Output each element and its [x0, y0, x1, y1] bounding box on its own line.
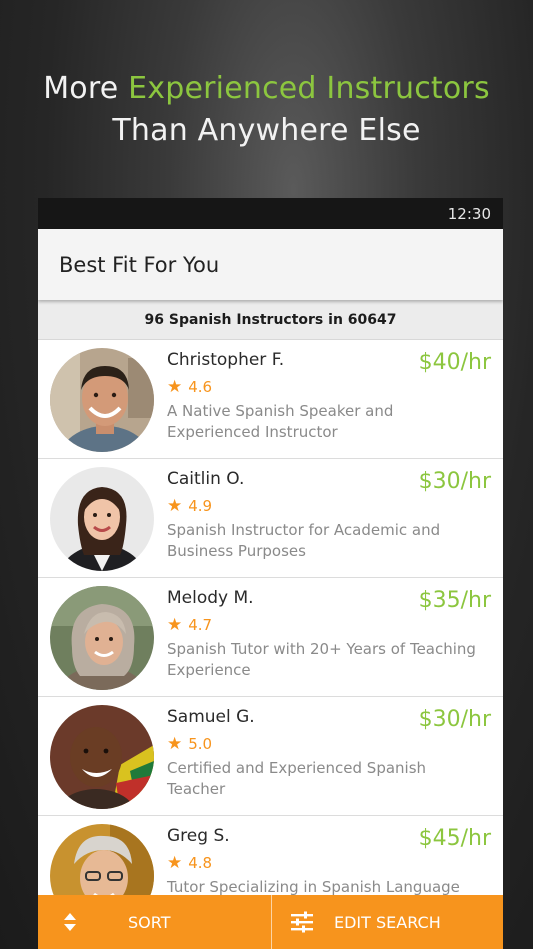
instructor-row[interactable]: Melody M. $35/hr ★ 4.7 Spanish Tutor wit…: [38, 578, 503, 697]
rating-value: 4.6: [188, 378, 213, 396]
instructor-description: Spanish Instructor for Academic and Busi…: [167, 521, 441, 560]
results-count-text: 96 Spanish Instructors in 60647: [144, 311, 397, 328]
app-bar: Best Fit For You: [38, 229, 503, 300]
instructor-avatar: [50, 705, 154, 809]
rating-value: 5.0: [188, 735, 213, 753]
bottom-action-bar: SORT EDIT SEARCH: [38, 895, 503, 949]
phone-screen: 12:30 Best Fit For You 96 Spanish Instru…: [38, 198, 503, 949]
instructor-rating: ★ 4.6: [167, 378, 212, 396]
instructor-description: A Native Spanish Speaker and Experienced…: [167, 402, 394, 441]
instructor-avatar: [50, 467, 154, 571]
instructor-rating: ★ 4.9: [167, 497, 212, 515]
instructor-description: Certified and Experienced Spanish Teache…: [167, 759, 427, 798]
rating-value: 4.8: [188, 854, 213, 872]
promo-headline-line1: More Experienced Instructors: [0, 68, 533, 110]
star-icon: ★: [167, 733, 183, 754]
instructor-avatar: [50, 348, 154, 452]
instructor-row[interactable]: Christopher F. $40/hr ★ 4.6 A Native Spa…: [38, 340, 503, 459]
rating-value: 4.9: [188, 497, 213, 515]
promo-headline-accent: Experienced Instructors: [128, 71, 490, 106]
instructor-row[interactable]: Samuel G. $30/hr ★ 5.0 Certified and Exp…: [38, 697, 503, 816]
instructor-price: $30/hr: [418, 707, 491, 732]
star-icon: ★: [167, 376, 183, 397]
results-count: 96 Spanish Instructors in 60647: [38, 300, 503, 340]
status-time: 12:30: [447, 204, 491, 223]
edit-search-button[interactable]: EDIT SEARCH: [272, 895, 503, 949]
promo-headline-plain: More: [43, 71, 129, 106]
instructor-name: Melody M.: [167, 588, 254, 608]
star-icon: ★: [167, 614, 183, 635]
instructor-name: Christopher F.: [167, 350, 285, 370]
sort-label: SORT: [128, 912, 171, 932]
instructor-name: Caitlin O.: [167, 469, 245, 489]
promo-headline: More Experienced Instructors Than Anywhe…: [0, 68, 533, 152]
sort-button[interactable]: SORT: [38, 895, 272, 949]
instructor-rating: ★ 4.7: [167, 616, 212, 634]
instructor-price: $40/hr: [418, 350, 491, 375]
instructor-rating: ★ 5.0: [167, 735, 212, 753]
instructor-price: $30/hr: [418, 469, 491, 494]
edit-search-label: EDIT SEARCH: [334, 912, 441, 932]
promo-headline-line2: Than Anywhere Else: [112, 113, 421, 148]
instructor-rating: ★ 4.8: [167, 854, 212, 872]
instructor-list: Christopher F. $40/hr ★ 4.6 A Native Spa…: [38, 340, 503, 935]
status-bar: 12:30: [38, 198, 503, 229]
instructor-price: $45/hr: [418, 826, 491, 851]
instructor-price: $35/hr: [418, 588, 491, 613]
instructor-avatar: [50, 586, 154, 690]
star-icon: ★: [167, 852, 183, 873]
instructor-name: Greg S.: [167, 826, 230, 846]
sort-arrows-icon: [58, 910, 82, 934]
instructor-name: Samuel G.: [167, 707, 255, 727]
star-icon: ★: [167, 495, 183, 516]
sliders-icon: [290, 910, 314, 934]
instructor-row[interactable]: Caitlin O. $30/hr ★ 4.9 Spanish Instruct…: [38, 459, 503, 578]
page-title: Best Fit For You: [59, 252, 220, 277]
instructor-description: Spanish Tutor with 20+ Years of Teaching…: [167, 640, 476, 679]
rating-value: 4.7: [188, 616, 213, 634]
